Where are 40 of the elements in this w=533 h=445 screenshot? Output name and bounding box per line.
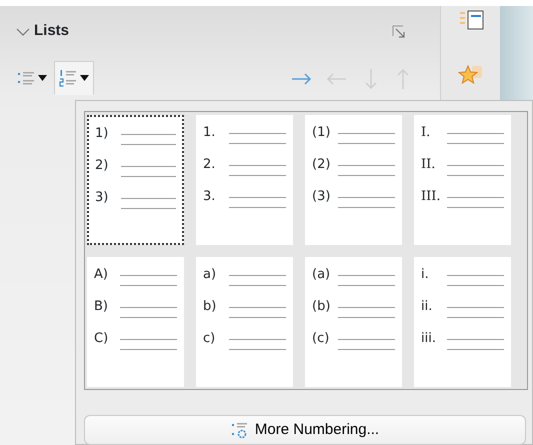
list-number: (b) <box>312 298 332 316</box>
list-number: 3. <box>203 188 216 206</box>
list-number: 2. <box>203 156 216 174</box>
numbered-list-button[interactable] <box>54 61 94 95</box>
list-number: B) <box>94 298 109 316</box>
panel-title: Lists <box>34 20 70 41</box>
list-number: iii. <box>421 330 437 348</box>
numbering-style-option[interactable]: i. ii. iii. <box>414 257 511 387</box>
numbering-style-option[interactable]: (1) (2) (3) <box>305 115 402 245</box>
numbering-settings-icon <box>230 421 249 439</box>
list-number: b) <box>203 298 218 316</box>
list-number: c) <box>203 330 216 348</box>
list-number: (a) <box>312 266 332 284</box>
list-number: II. <box>421 156 436 174</box>
list-number: ii. <box>421 298 434 316</box>
list-number: 3) <box>95 189 110 207</box>
list-number: C) <box>94 330 110 348</box>
list-number: (2) <box>312 156 332 174</box>
list-number: 2) <box>95 157 110 175</box>
list-number: III. <box>421 188 442 206</box>
list-number: (1) <box>312 124 332 142</box>
numbering-style-option[interactable]: A) B) C) <box>87 257 184 387</box>
numbering-style-option[interactable]: (a) (b) (c) <box>305 257 402 387</box>
list-number: (c) <box>312 330 330 348</box>
list-number: i. <box>421 266 430 284</box>
list-number: (3) <box>312 188 332 206</box>
list-number: 1) <box>95 125 110 143</box>
numbering-style-option[interactable]: 1) 2) 3) <box>87 115 184 245</box>
numbering-style-option[interactable]: I. II. III. <box>414 115 511 245</box>
list-number: A) <box>94 266 109 284</box>
numbering-style-option[interactable]: a) b) c) <box>196 257 293 387</box>
numbering-style-option[interactable]: 1. 2. 3. <box>196 115 293 245</box>
bullet-list-icon <box>17 70 35 86</box>
numbered-list-icon <box>59 69 77 87</box>
list-number: a) <box>203 266 218 284</box>
caret-icon <box>38 75 47 81</box>
list-number: I. <box>421 124 432 142</box>
caret-icon <box>80 75 89 81</box>
more-numbering-button[interactable]: More Numbering... <box>84 415 526 445</box>
list-number: 1. <box>203 124 216 142</box>
